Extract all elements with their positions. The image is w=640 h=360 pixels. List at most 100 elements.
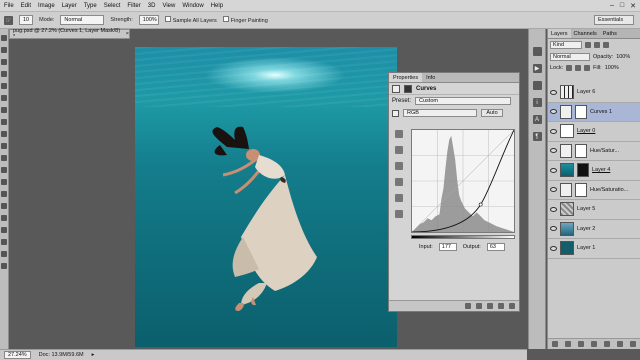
menu-type[interactable]: Type <box>84 3 97 9</box>
smudge-tool-icon[interactable]: ☞ <box>4 15 13 25</box>
eraser-tool-icon[interactable] <box>1 155 7 161</box>
healing-tool-icon[interactable] <box>1 107 7 113</box>
eye-icon[interactable] <box>550 89 557 95</box>
history-icon[interactable] <box>532 47 542 56</box>
status-arrow-icon[interactable]: ▸ <box>92 352 95 358</box>
layer-row[interactable]: Layer 5 <box>548 200 640 220</box>
sample-all-layers-option[interactable]: Sample All Layers <box>164 16 217 24</box>
layer-row[interactable]: Layer 0 <box>548 122 640 142</box>
layer-kind-select[interactable]: Kind <box>550 41 582 49</box>
menu-file[interactable]: File <box>4 3 14 9</box>
smudge-tool-icon[interactable] <box>1 179 7 185</box>
eye-icon[interactable] <box>550 128 557 134</box>
tab-layers[interactable]: Layers <box>548 29 571 38</box>
layer-row[interactable]: Layer 1 <box>548 239 640 259</box>
tab-info[interactable]: Info <box>422 73 439 82</box>
lasso-tool-icon[interactable] <box>1 59 7 65</box>
layer-style-icon[interactable] <box>564 341 571 347</box>
menu-filter[interactable]: Filter <box>127 3 140 9</box>
layer-row[interactable]: Layer 4 <box>548 161 640 181</box>
eye-icon[interactable] <box>550 187 557 193</box>
crop-tool-icon[interactable] <box>1 83 7 89</box>
info-icon[interactable]: i <box>532 98 542 107</box>
finger-painting-checkbox[interactable] <box>222 16 229 22</box>
brush-size-field[interactable]: 10 <box>19 15 34 25</box>
target-adjust-icon[interactable] <box>392 109 399 117</box>
paragraph-icon[interactable]: ¶ <box>532 132 542 141</box>
play-actions-icon[interactable]: ▶ <box>532 64 542 73</box>
menu-edit[interactable]: Edit <box>21 3 31 9</box>
fill-value[interactable]: 100% <box>605 65 619 71</box>
close-icon[interactable]: ✕ <box>630 2 636 10</box>
new-layer-icon[interactable] <box>617 341 624 347</box>
menu-image[interactable]: Image <box>38 3 55 9</box>
strength-field[interactable]: 100% <box>138 15 159 25</box>
minimize-icon[interactable]: – <box>610 2 614 10</box>
smooth-curve-icon[interactable] <box>395 210 403 218</box>
stamp-tool-icon[interactable] <box>1 131 7 137</box>
filter-pixel-icon[interactable] <box>585 42 591 48</box>
output-field[interactable]: 63 <box>486 243 505 251</box>
mask-icon[interactable] <box>404 84 412 93</box>
link-layers-icon[interactable] <box>551 341 558 347</box>
menu-view[interactable]: View <box>162 3 175 9</box>
gradient-tool-icon[interactable] <box>1 167 7 173</box>
history-brush-tool-icon[interactable] <box>1 143 7 149</box>
layer-mask-thumbnail[interactable] <box>575 104 587 119</box>
curves-adjustment-icon[interactable] <box>392 84 400 93</box>
pen-tool-icon[interactable] <box>1 203 7 209</box>
layer-row[interactable]: Hue/Satur... <box>548 142 640 161</box>
tab-channels[interactable]: Channels <box>571 29 600 38</box>
character-icon[interactable]: A <box>532 115 542 124</box>
lock-position-icon[interactable] <box>575 65 582 71</box>
zoom-level-field[interactable]: 27.24% <box>4 351 31 359</box>
lock-transparent-icon[interactable] <box>566 65 573 71</box>
eye-icon[interactable] <box>550 109 557 115</box>
menu-layer[interactable]: Layer <box>62 3 77 9</box>
blend-mode-select[interactable]: Normal <box>550 53 590 61</box>
trash-icon[interactable] <box>630 341 637 347</box>
lock-all-icon[interactable] <box>584 65 591 71</box>
opacity-value[interactable]: 100% <box>616 54 630 60</box>
reset-icon[interactable] <box>487 303 493 309</box>
finger-painting-option[interactable]: Finger Painting <box>222 16 268 24</box>
close-tab-icon[interactable]: × <box>126 31 129 37</box>
layer-mask-thumbnail[interactable] <box>575 182 587 197</box>
tab-properties[interactable]: Properties <box>389 73 423 82</box>
white-point-eyedropper-icon[interactable] <box>395 162 403 170</box>
filter-adjustment-icon[interactable] <box>594 42 600 48</box>
new-group-icon[interactable] <box>604 341 611 347</box>
clip-to-layer-icon[interactable] <box>465 303 471 309</box>
eye-icon[interactable] <box>550 167 557 173</box>
input-field[interactable]: 177 <box>438 243 457 251</box>
document-tab[interactable]: pug.psd @ 27.2% (Curves 1, Layer Mask/8)… <box>9 28 130 40</box>
zoom-tool-icon[interactable] <box>1 263 7 269</box>
dodge-tool-icon[interactable] <box>1 191 7 197</box>
layer-mask-thumbnail[interactable] <box>575 143 587 158</box>
curve-point-tool-icon[interactable] <box>395 178 403 186</box>
channel-select[interactable]: RGB <box>403 109 477 117</box>
auto-button[interactable]: Auto <box>481 109 503 117</box>
pencil-curve-tool-icon[interactable] <box>395 194 403 202</box>
view-previous-icon[interactable] <box>476 303 482 309</box>
maximize-icon[interactable]: □ <box>620 2 624 10</box>
layer-row[interactable]: Layer 6 <box>548 83 640 103</box>
preset-select[interactable]: Custom <box>415 97 512 105</box>
layer-row[interactable]: Curves 1 <box>548 102 640 122</box>
workspace-select[interactable]: Essentials <box>594 15 634 25</box>
eye-icon[interactable] <box>550 148 557 154</box>
quick-select-tool-icon[interactable] <box>1 71 7 77</box>
marquee-tool-icon[interactable] <box>1 47 7 53</box>
path-select-tool-icon[interactable] <box>1 227 7 233</box>
menu-help[interactable]: Help <box>211 3 223 9</box>
layer-mask-thumbnail[interactable] <box>577 163 589 178</box>
menu-3d[interactable]: 3D <box>148 3 156 9</box>
eye-icon[interactable] <box>550 245 557 251</box>
curve-graph[interactable] <box>411 129 515 233</box>
shape-tool-icon[interactable] <box>1 239 7 245</box>
add-mask-icon[interactable] <box>577 341 584 347</box>
eyedropper-tool-icon[interactable] <box>1 95 7 101</box>
histogram-icon[interactable] <box>532 81 542 90</box>
visibility-icon[interactable] <box>498 303 504 309</box>
eye-icon[interactable] <box>550 226 557 232</box>
